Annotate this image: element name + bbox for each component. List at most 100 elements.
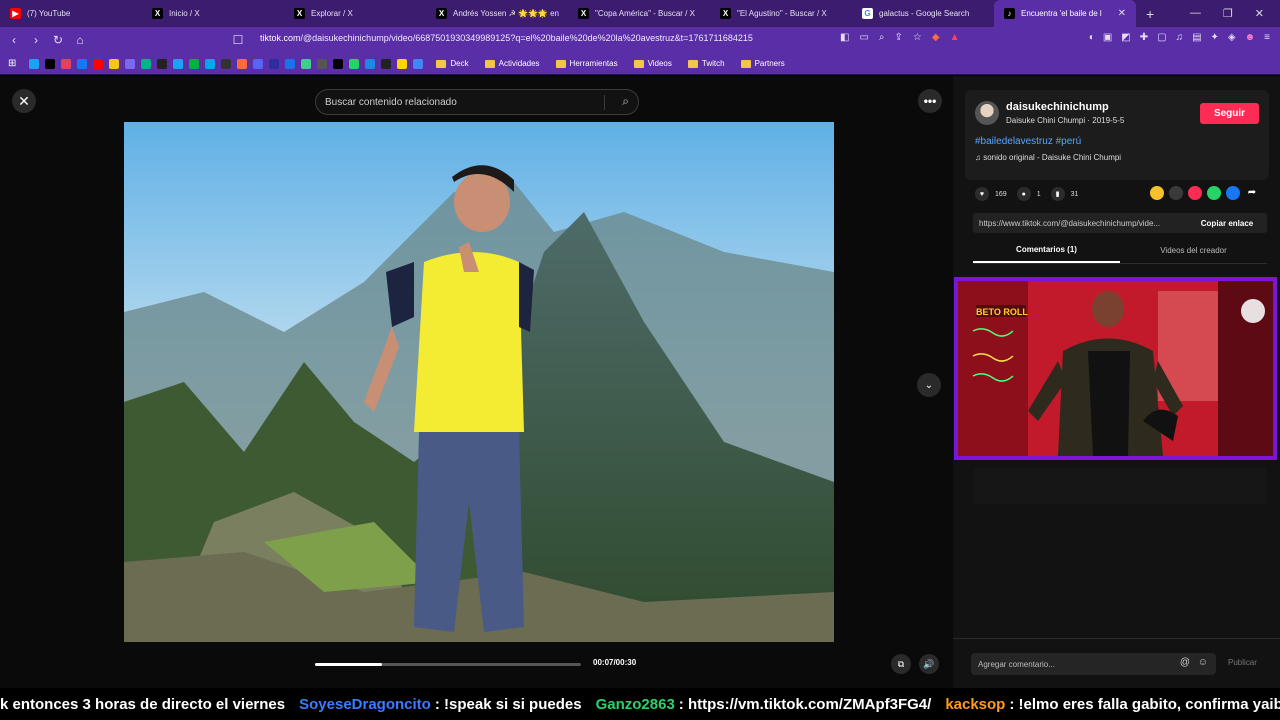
- bookmark-favicon-icon[interactable]: [301, 58, 312, 69]
- brave-shield-icon[interactable]: ◆: [932, 32, 940, 43]
- bookmark-favicon-icon[interactable]: [29, 58, 40, 69]
- puzzle-icon[interactable]: ✚: [1140, 32, 1148, 43]
- bookmark-folder[interactable]: Deck: [436, 59, 469, 68]
- browser-tab[interactable]: X "El Agustino" - Buscar / X: [710, 0, 852, 27]
- share-icon[interactable]: ⇪: [895, 32, 903, 43]
- pip-button[interactable]: ⧉: [891, 654, 911, 674]
- rewards-icon[interactable]: ▲: [950, 32, 960, 43]
- comment-input[interactable]: Agregar comentario... @ ☺: [971, 653, 1216, 675]
- bookmark-favicon-icon[interactable]: [61, 58, 72, 69]
- browser-tab[interactable]: X Andrés Yossen ☭ 🌟🌟🌟 en: [426, 0, 568, 27]
- next-video-button[interactable]: ⌄: [917, 373, 941, 397]
- minimize-icon[interactable]: —: [1190, 7, 1201, 20]
- new-tab-button[interactable]: +: [1136, 6, 1164, 22]
- bookmark-favicon-icon[interactable]: [317, 58, 328, 69]
- like-stat[interactable]: ♥ 169: [975, 187, 1007, 201]
- bookmark-favicon-icon[interactable]: [253, 58, 264, 69]
- close-video-button[interactable]: ✕: [12, 89, 36, 113]
- menu-icon[interactable]: ≡: [1264, 32, 1270, 43]
- bookmark-favicon-icon[interactable]: [109, 58, 120, 69]
- related-search-input[interactable]: Buscar contenido relacionado ⌕: [315, 89, 639, 115]
- bookmark-favicon-icon[interactable]: [269, 58, 280, 69]
- progress-bar[interactable]: [315, 663, 581, 666]
- twitch-ext-icon[interactable]: ◩: [1121, 32, 1130, 43]
- browser-tab[interactable]: X Explorar / X: [284, 0, 426, 27]
- bookmark-favicon-icon[interactable]: [237, 58, 248, 69]
- browser-tab[interactable]: ▶ (7) YouTube: [0, 0, 142, 27]
- bookmark-favicon-icon[interactable]: [397, 58, 408, 69]
- bookmark-favicon-icon[interactable]: [349, 58, 360, 69]
- browser-tab[interactable]: ♪ Encuentra 'el baile de l ✕: [994, 0, 1136, 27]
- address-bar[interactable]: tiktok.com/@daisukechinichump/video/6687…: [260, 33, 753, 43]
- bookmark-favicon-icon[interactable]: [205, 58, 216, 69]
- bookmark-favicon-icon[interactable]: [285, 58, 296, 69]
- mention-icon[interactable]: @: [1180, 657, 1190, 668]
- extension-icon[interactable]: ▣: [1103, 32, 1112, 43]
- translate-icon[interactable]: ◧: [840, 32, 849, 43]
- audio-icon[interactable]: ◖: [1088, 32, 1094, 43]
- video-player[interactable]: [124, 122, 834, 642]
- bookmark-favicon-icon[interactable]: [157, 58, 168, 69]
- save-stat[interactable]: ▮ 31: [1050, 187, 1078, 201]
- bookmark-favicon-icon[interactable]: [333, 58, 344, 69]
- browser-tab[interactable]: Ggalactus - Google Search: [852, 0, 994, 27]
- cast-icon[interactable]: ▭: [859, 32, 868, 43]
- bookmark-folder[interactable]: Videos: [633, 59, 672, 68]
- bookmark-page-icon[interactable]: ☐: [232, 33, 244, 47]
- browser-tab[interactable]: X Inicio / X: [142, 0, 284, 27]
- profile-icon[interactable]: ☻: [1245, 32, 1256, 43]
- tab-creator-videos[interactable]: Videos del creador: [1120, 238, 1267, 263]
- sound-info[interactable]: ♫ sonido original - Daisuke Chini Chumpi: [975, 153, 1121, 162]
- bookmark-folder[interactable]: Herramientas: [555, 59, 618, 68]
- bookmark-favicon-icon[interactable]: [221, 58, 232, 69]
- copy-link-button[interactable]: Copiar enlace: [1187, 213, 1267, 233]
- bookmark-folder[interactable]: Twitch: [687, 59, 725, 68]
- wallet-icon[interactable]: ▤: [1192, 32, 1201, 43]
- music-icon[interactable]: ♫: [1176, 32, 1184, 43]
- coin-share-icon[interactable]: [1150, 186, 1164, 200]
- emoji-icon[interactable]: ☺: [1198, 657, 1208, 668]
- zoom-icon[interactable]: ⌕: [879, 32, 885, 43]
- more-options-button[interactable]: •••: [918, 89, 942, 113]
- publish-button[interactable]: Publicar: [1228, 658, 1257, 667]
- embed-icon[interactable]: [1169, 186, 1183, 200]
- bookmark-folder[interactable]: Partners: [740, 59, 785, 68]
- bookmark-favicon-icon[interactable]: [189, 58, 200, 69]
- leo-icon[interactable]: ✦: [1211, 32, 1219, 43]
- bookmark-favicon-icon[interactable]: [381, 58, 392, 69]
- bookmark-favicon-icon[interactable]: [173, 58, 184, 69]
- bookmark-favicon-icon[interactable]: [93, 58, 104, 69]
- bookmark-favicon-icon[interactable]: [141, 58, 152, 69]
- bookmark-favicon-icon[interactable]: [125, 58, 136, 69]
- volume-icon[interactable]: 🔊: [919, 654, 939, 674]
- video-hashtags[interactable]: #bailedelavestruz #perú: [975, 136, 1081, 147]
- bookmark-folder[interactable]: Actividades: [484, 59, 540, 68]
- whatsapp-icon[interactable]: [1207, 186, 1221, 200]
- maximize-icon[interactable]: ❐: [1223, 7, 1233, 20]
- bookmark-favicon-icon[interactable]: [77, 58, 88, 69]
- bookmark-favicon-icon[interactable]: [365, 58, 376, 69]
- window-icon[interactable]: ▢: [1157, 32, 1166, 43]
- bookmark-favicon-icon[interactable]: [413, 58, 424, 69]
- repost-icon[interactable]: [1188, 186, 1202, 200]
- creator-username[interactable]: daisukechinichump: [1006, 101, 1109, 113]
- back-icon[interactable]: ‹: [8, 33, 20, 47]
- browser-tab[interactable]: X "Copa América" - Buscar / X: [568, 0, 710, 27]
- search-icon[interactable]: ⌕: [622, 94, 629, 109]
- apps-grid-icon[interactable]: ⊞: [8, 58, 16, 69]
- facebook-icon[interactable]: [1226, 186, 1240, 200]
- share-arrow-icon[interactable]: ➦: [1245, 186, 1259, 200]
- close-window-icon[interactable]: ✕: [1255, 7, 1264, 20]
- forward-icon[interactable]: ›: [30, 33, 42, 47]
- follow-button[interactable]: Seguir: [1200, 103, 1259, 124]
- bookmark-favicon-icon[interactable]: [45, 58, 56, 69]
- comment-stat[interactable]: ● 1: [1016, 187, 1041, 201]
- star-icon[interactable]: ☆: [913, 32, 922, 43]
- share-link-field[interactable]: https://www.tiktok.com/@daisukechinichum…: [973, 213, 1267, 233]
- vpn-icon[interactable]: ◈: [1228, 32, 1236, 43]
- avatar[interactable]: [975, 101, 999, 125]
- close-tab-icon[interactable]: ✕: [1118, 8, 1126, 19]
- tab-comments[interactable]: Comentarios (1): [973, 238, 1120, 263]
- reload-icon[interactable]: ↻: [52, 33, 64, 47]
- home-icon[interactable]: ⌂: [74, 33, 86, 47]
